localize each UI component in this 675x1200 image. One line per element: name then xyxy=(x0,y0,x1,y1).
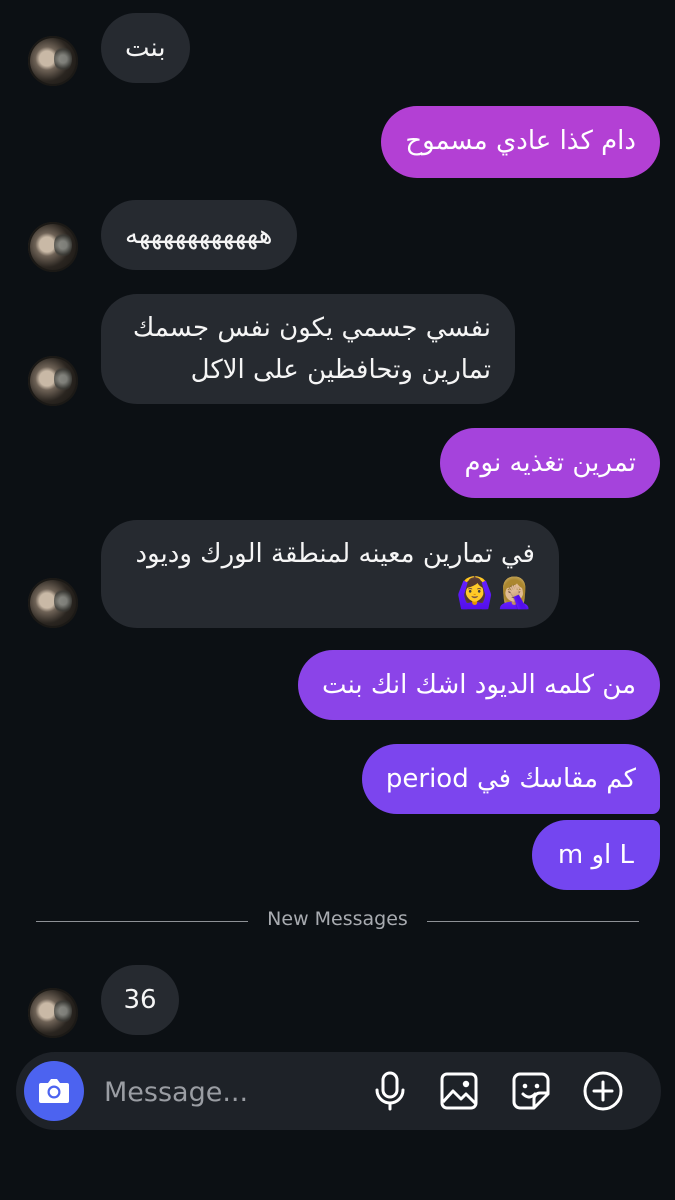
camera-icon xyxy=(39,1079,69,1103)
message-text: من كلمه الديود اشك انك بنت xyxy=(322,670,636,700)
emoji-text: 🤦🏼‍♀️🙆‍♀️ xyxy=(456,576,535,611)
incoming-message[interactable]: 36 xyxy=(101,965,179,1035)
sticker-icon xyxy=(512,1072,550,1110)
outgoing-message[interactable]: دام كذا عادي مسموح xyxy=(381,106,660,178)
gallery-button[interactable] xyxy=(438,1070,480,1112)
avatar[interactable] xyxy=(28,356,78,406)
outgoing-message[interactable]: تمرين تغذيه نوم xyxy=(440,428,660,498)
divider-line xyxy=(427,921,639,922)
message-text: 36 xyxy=(123,985,157,1015)
add-button[interactable] xyxy=(582,1070,624,1112)
message-text-line: تمارين وتحافظين على الاكل xyxy=(190,355,491,385)
message-input[interactable] xyxy=(102,1066,356,1118)
new-messages-divider: New Messages xyxy=(267,908,408,930)
gallery-icon xyxy=(440,1072,478,1110)
avatar[interactable] xyxy=(28,578,78,628)
outgoing-message[interactable]: كم مقاسك في period xyxy=(361,744,660,814)
avatar[interactable] xyxy=(28,988,78,1038)
sticker-button[interactable] xyxy=(510,1070,552,1112)
message-composer xyxy=(16,1052,661,1130)
message-text: تمرين تغذيه نوم xyxy=(464,448,636,478)
incoming-message[interactable]: في تمارين معينه لمنطقة الورك وديود 🤦🏼‍♀️… xyxy=(101,520,559,628)
outgoing-message[interactable]: L او m xyxy=(531,820,660,890)
add-icon xyxy=(583,1071,623,1111)
message-text: كم مقاسك في period xyxy=(385,764,636,794)
message-text: L او m xyxy=(557,840,634,870)
incoming-message[interactable]: هههههههههههه xyxy=(101,200,297,270)
outgoing-message[interactable]: من كلمه الديود اشك انك بنت xyxy=(298,650,660,720)
microphone-icon xyxy=(375,1071,405,1111)
message-text-line: في تمارين معينه لمنطقة الورك وديود xyxy=(135,539,535,569)
message-text-line: نفسي جسمي يكون نفس جسمك xyxy=(132,313,491,343)
camera-button[interactable] xyxy=(24,1061,84,1121)
avatar[interactable] xyxy=(28,36,78,86)
incoming-message[interactable]: نفسي جسمي يكون نفس جسمك تمارين وتحافظين … xyxy=(101,294,515,404)
divider-line xyxy=(36,921,248,922)
microphone-button[interactable] xyxy=(369,1070,411,1112)
incoming-message[interactable]: بنت xyxy=(101,13,190,83)
message-text: بنت xyxy=(125,33,166,63)
message-text: دام كذا عادي مسموح xyxy=(405,126,636,156)
avatar[interactable] xyxy=(28,222,78,272)
message-text: هههههههههههه xyxy=(125,220,273,250)
